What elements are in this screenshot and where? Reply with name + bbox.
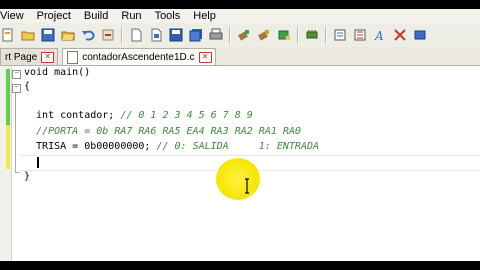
toolbar-separator — [325, 27, 327, 43]
code-line: TRISA = 0b00000000; // 0: SALIDA 1: ENTR… — [24, 141, 320, 152]
code-line: void main() — [24, 67, 91, 78]
code-line: } — [24, 171, 31, 182]
print-icon[interactable] — [208, 28, 223, 43]
toolbar: A — [0, 23, 480, 48]
save-file-icon[interactable] — [168, 28, 183, 43]
save-icon[interactable] — [40, 28, 55, 43]
saved-change-marker — [6, 69, 10, 125]
close-icon[interactable]: ✕ — [198, 51, 212, 63]
new-file-icon[interactable] — [128, 28, 143, 43]
undo-icon[interactable] — [80, 28, 95, 43]
toolbar-separator — [121, 27, 123, 43]
editor-tabs: rt Page ✕ contadorAscendente1D.c ✕ — [0, 47, 480, 66]
font-icon[interactable]: A — [372, 28, 387, 43]
cursor-highlight — [216, 158, 260, 200]
tab-label: contadorAscendente1D.c — [82, 51, 195, 63]
save-all-icon[interactable] — [188, 28, 203, 43]
tab-label: rt Page — [5, 51, 38, 63]
unsaved-change-marker — [6, 125, 10, 169]
fold-toggle-icon[interactable]: − — [12, 70, 21, 79]
menu-help[interactable]: Help — [193, 10, 216, 22]
registers-icon[interactable] — [352, 28, 367, 43]
ide-window: View Project Build Run Tools Help A rt P… — [0, 9, 480, 261]
new-project-icon[interactable] — [0, 28, 15, 43]
programmer-icon[interactable] — [304, 28, 319, 43]
code-line: //PORTA = 0b RA7 RA6 RA5 EA4 RA3 RA2 RA1… — [36, 126, 301, 137]
text-caret — [37, 157, 39, 168]
toolbar-separator — [229, 27, 231, 43]
tools-icon[interactable] — [412, 28, 427, 43]
svg-text:A: A — [374, 29, 384, 42]
toolbar-separator — [297, 27, 299, 43]
view-icon[interactable] — [332, 28, 347, 43]
menu-build[interactable]: Build — [84, 10, 108, 22]
open-file-icon[interactable] — [148, 28, 163, 43]
code-editor[interactable]: − − void main() { int contador; // 0 1 2… — [0, 66, 480, 261]
fold-toggle-icon[interactable]: − — [12, 84, 21, 93]
build-icon[interactable] — [256, 28, 271, 43]
c-file-icon — [67, 50, 79, 64]
menu-view[interactable]: View — [0, 10, 24, 22]
menu-project[interactable]: Project — [37, 10, 71, 22]
exit-icon[interactable] — [392, 28, 407, 43]
compile-icon[interactable] — [236, 28, 251, 43]
menu-tools[interactable]: Tools — [155, 10, 181, 22]
close-icon[interactable]: ✕ — [41, 51, 55, 63]
tab-contador-file[interactable]: contadorAscendente1D.c ✕ — [62, 48, 216, 65]
fold-guide — [15, 93, 16, 173]
tab-start-page[interactable]: rt Page ✕ — [0, 48, 59, 65]
code-line: { — [24, 81, 31, 92]
menu-run[interactable]: Run — [121, 10, 141, 22]
menu-bar: View Project Build Run Tools Help — [0, 9, 480, 23]
open-project-icon[interactable] — [20, 28, 35, 43]
debug-icon[interactable] — [276, 28, 291, 43]
fold-guide-end — [15, 172, 20, 173]
redo-icon[interactable] — [100, 28, 115, 43]
open-folder-icon[interactable] — [60, 28, 75, 43]
mouse-pointer-icon — [242, 178, 252, 194]
code-line: int contador; // 0 1 2 3 4 5 6 7 8 9 — [24, 110, 253, 121]
